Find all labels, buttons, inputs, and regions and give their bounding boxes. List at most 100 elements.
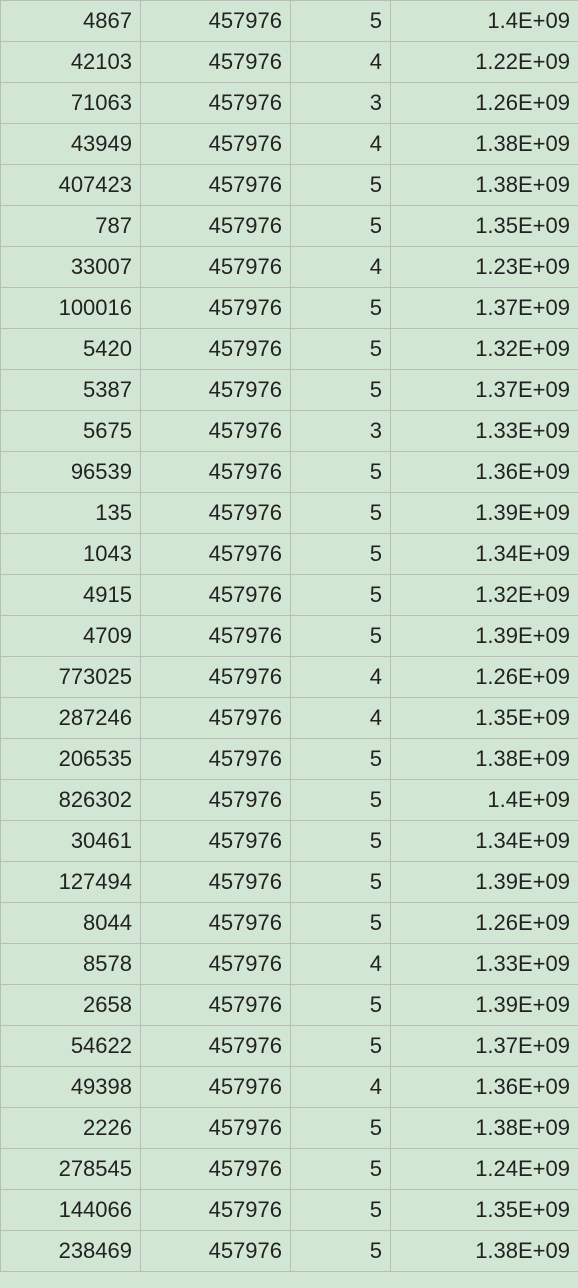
cell[interactable]: 5 bbox=[291, 1108, 391, 1149]
cell[interactable]: 1.36E+09 bbox=[391, 1067, 578, 1108]
cell[interactable]: 457976 bbox=[141, 616, 291, 657]
cell[interactable]: 2226 bbox=[1, 1108, 141, 1149]
cell[interactable]: 1.35E+09 bbox=[391, 206, 578, 247]
cell[interactable]: 1.32E+09 bbox=[391, 329, 578, 370]
cell[interactable]: 5 bbox=[291, 985, 391, 1026]
cell[interactable]: 135 bbox=[1, 493, 141, 534]
cell[interactable]: 4 bbox=[291, 657, 391, 698]
cell[interactable]: 4 bbox=[291, 42, 391, 83]
cell[interactable]: 5387 bbox=[1, 370, 141, 411]
cell[interactable]: 1.37E+09 bbox=[391, 1026, 578, 1067]
cell[interactable]: 787 bbox=[1, 206, 141, 247]
cell[interactable]: 100016 bbox=[1, 288, 141, 329]
cell[interactable]: 1.38E+09 bbox=[391, 739, 578, 780]
cell[interactable]: 457976 bbox=[141, 1190, 291, 1231]
cell[interactable]: 457976 bbox=[141, 1067, 291, 1108]
cell[interactable]: 1.23E+09 bbox=[391, 247, 578, 288]
cell[interactable]: 33007 bbox=[1, 247, 141, 288]
cell[interactable]: 5 bbox=[291, 452, 391, 493]
cell[interactable]: 1043 bbox=[1, 534, 141, 575]
cell[interactable]: 96539 bbox=[1, 452, 141, 493]
cell[interactable]: 238469 bbox=[1, 1231, 141, 1272]
cell[interactable]: 30461 bbox=[1, 821, 141, 862]
cell[interactable]: 1.38E+09 bbox=[391, 1108, 578, 1149]
cell[interactable]: 457976 bbox=[141, 780, 291, 821]
cell[interactable]: 457976 bbox=[141, 698, 291, 739]
cell[interactable]: 5 bbox=[291, 821, 391, 862]
cell[interactable]: 4 bbox=[291, 247, 391, 288]
cell[interactable]: 773025 bbox=[1, 657, 141, 698]
cell[interactable]: 71063 bbox=[1, 83, 141, 124]
cell[interactable]: 42103 bbox=[1, 42, 141, 83]
cell[interactable]: 5675 bbox=[1, 411, 141, 452]
cell[interactable]: 5 bbox=[291, 288, 391, 329]
cell[interactable]: 5420 bbox=[1, 329, 141, 370]
cell[interactable]: 457976 bbox=[141, 944, 291, 985]
spreadsheet-table[interactable]: 486745797651.4E+094210345797641.22E+0971… bbox=[0, 0, 578, 1272]
cell[interactable]: 206535 bbox=[1, 739, 141, 780]
cell[interactable]: 1.26E+09 bbox=[391, 657, 578, 698]
cell[interactable]: 1.37E+09 bbox=[391, 288, 578, 329]
cell[interactable]: 457976 bbox=[141, 657, 291, 698]
cell[interactable]: 3 bbox=[291, 83, 391, 124]
cell[interactable]: 1.26E+09 bbox=[391, 83, 578, 124]
cell[interactable]: 5 bbox=[291, 165, 391, 206]
cell[interactable]: 1.37E+09 bbox=[391, 370, 578, 411]
cell[interactable]: 457976 bbox=[141, 124, 291, 165]
cell[interactable]: 1.34E+09 bbox=[391, 534, 578, 575]
cell[interactable]: 457976 bbox=[141, 1, 291, 42]
cell[interactable]: 457976 bbox=[141, 534, 291, 575]
cell[interactable]: 1.26E+09 bbox=[391, 903, 578, 944]
cell[interactable]: 8578 bbox=[1, 944, 141, 985]
cell[interactable]: 5 bbox=[291, 534, 391, 575]
cell[interactable]: 3 bbox=[291, 411, 391, 452]
cell[interactable]: 1.4E+09 bbox=[391, 1, 578, 42]
cell[interactable]: 5 bbox=[291, 493, 391, 534]
cell[interactable]: 1.4E+09 bbox=[391, 780, 578, 821]
cell[interactable]: 1.22E+09 bbox=[391, 42, 578, 83]
cell[interactable]: 457976 bbox=[141, 903, 291, 944]
cell[interactable]: 457976 bbox=[141, 1108, 291, 1149]
cell[interactable]: 4 bbox=[291, 698, 391, 739]
cell[interactable]: 1.36E+09 bbox=[391, 452, 578, 493]
cell[interactable]: 1.39E+09 bbox=[391, 616, 578, 657]
cell[interactable]: 144066 bbox=[1, 1190, 141, 1231]
cell[interactable]: 1.24E+09 bbox=[391, 1149, 578, 1190]
cell[interactable]: 43949 bbox=[1, 124, 141, 165]
cell[interactable]: 457976 bbox=[141, 985, 291, 1026]
cell[interactable]: 1.38E+09 bbox=[391, 165, 578, 206]
cell[interactable]: 457976 bbox=[141, 1149, 291, 1190]
cell[interactable]: 457976 bbox=[141, 862, 291, 903]
cell[interactable]: 5 bbox=[291, 739, 391, 780]
cell[interactable]: 457976 bbox=[141, 370, 291, 411]
cell[interactable]: 457976 bbox=[141, 329, 291, 370]
cell[interactable]: 5 bbox=[291, 903, 391, 944]
cell[interactable]: 1.32E+09 bbox=[391, 575, 578, 616]
cell[interactable]: 826302 bbox=[1, 780, 141, 821]
cell[interactable]: 1.38E+09 bbox=[391, 1231, 578, 1272]
cell[interactable]: 457976 bbox=[141, 411, 291, 452]
cell[interactable]: 1.33E+09 bbox=[391, 411, 578, 452]
cell[interactable]: 5 bbox=[291, 329, 391, 370]
cell[interactable]: 1.39E+09 bbox=[391, 862, 578, 903]
cell[interactable]: 278545 bbox=[1, 1149, 141, 1190]
cell[interactable]: 5 bbox=[291, 575, 391, 616]
cell[interactable]: 1.35E+09 bbox=[391, 698, 578, 739]
cell[interactable]: 4709 bbox=[1, 616, 141, 657]
cell[interactable]: 457976 bbox=[141, 1026, 291, 1067]
cell[interactable]: 4867 bbox=[1, 1, 141, 42]
cell[interactable]: 127494 bbox=[1, 862, 141, 903]
cell[interactable]: 1.39E+09 bbox=[391, 493, 578, 534]
cell[interactable]: 5 bbox=[291, 780, 391, 821]
cell[interactable]: 1.39E+09 bbox=[391, 985, 578, 1026]
cell[interactable]: 49398 bbox=[1, 1067, 141, 1108]
cell[interactable]: 5 bbox=[291, 1, 391, 42]
cell[interactable]: 5 bbox=[291, 1026, 391, 1067]
cell[interactable]: 457976 bbox=[141, 83, 291, 124]
cell[interactable]: 5 bbox=[291, 862, 391, 903]
cell[interactable]: 5 bbox=[291, 1149, 391, 1190]
cell[interactable]: 4 bbox=[291, 1067, 391, 1108]
cell[interactable]: 5 bbox=[291, 1231, 391, 1272]
cell[interactable]: 457976 bbox=[141, 288, 291, 329]
cell[interactable]: 1.38E+09 bbox=[391, 124, 578, 165]
